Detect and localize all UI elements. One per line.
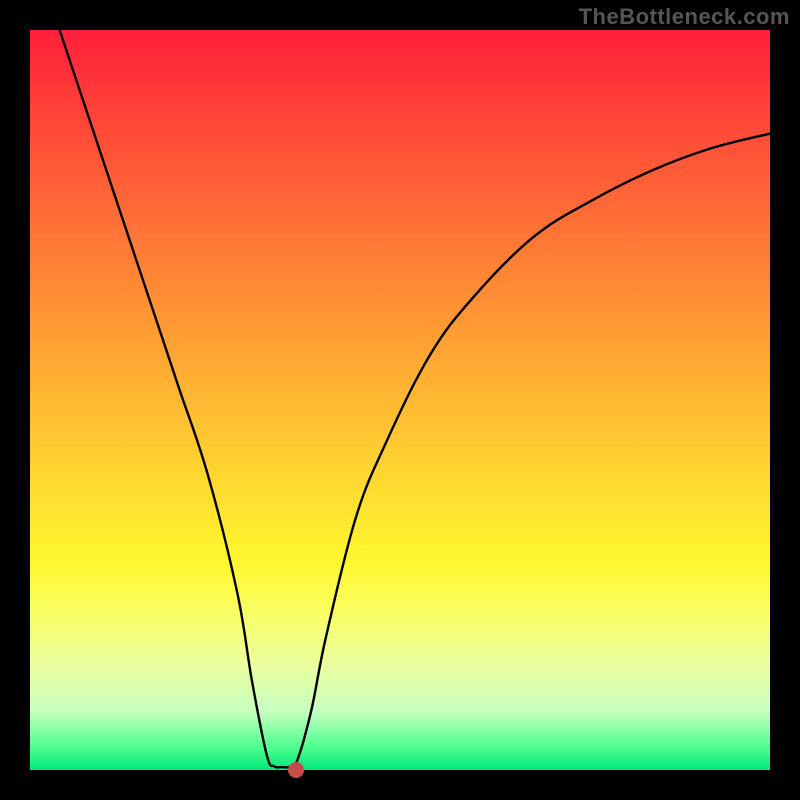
bottleneck-curve-line [30,30,770,770]
watermark-text: TheBottleneck.com [579,4,790,30]
chart-frame: TheBottleneck.com [0,0,800,800]
bottleneck-optimum-marker [288,762,304,778]
